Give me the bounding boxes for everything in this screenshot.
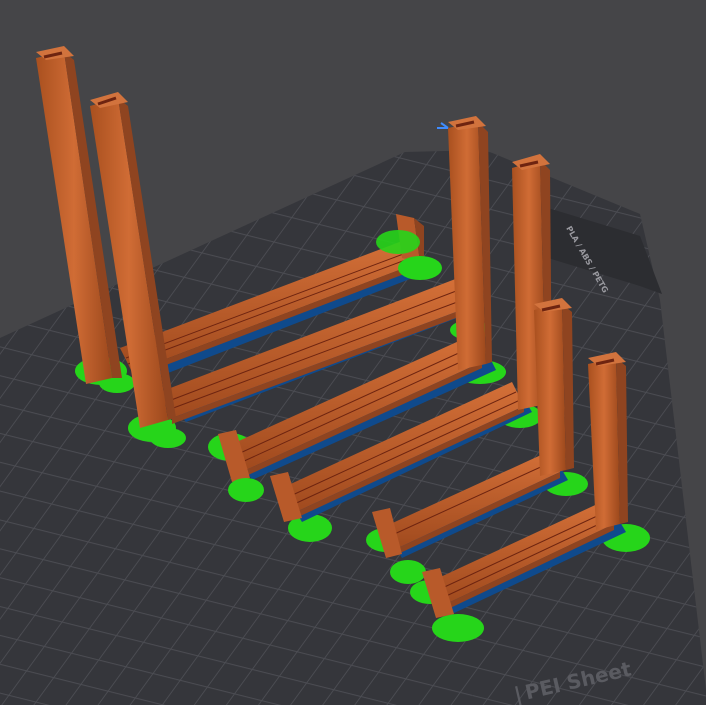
axis-gizmo[interactable] xyxy=(437,122,449,129)
viewport-canvas[interactable]: PLA / ABS / PETG |PEI Sheet xyxy=(0,0,706,705)
3d-slicer-viewport[interactable]: PLA / ABS / PETG |PEI Sheet xyxy=(0,0,706,705)
brim xyxy=(228,478,264,502)
